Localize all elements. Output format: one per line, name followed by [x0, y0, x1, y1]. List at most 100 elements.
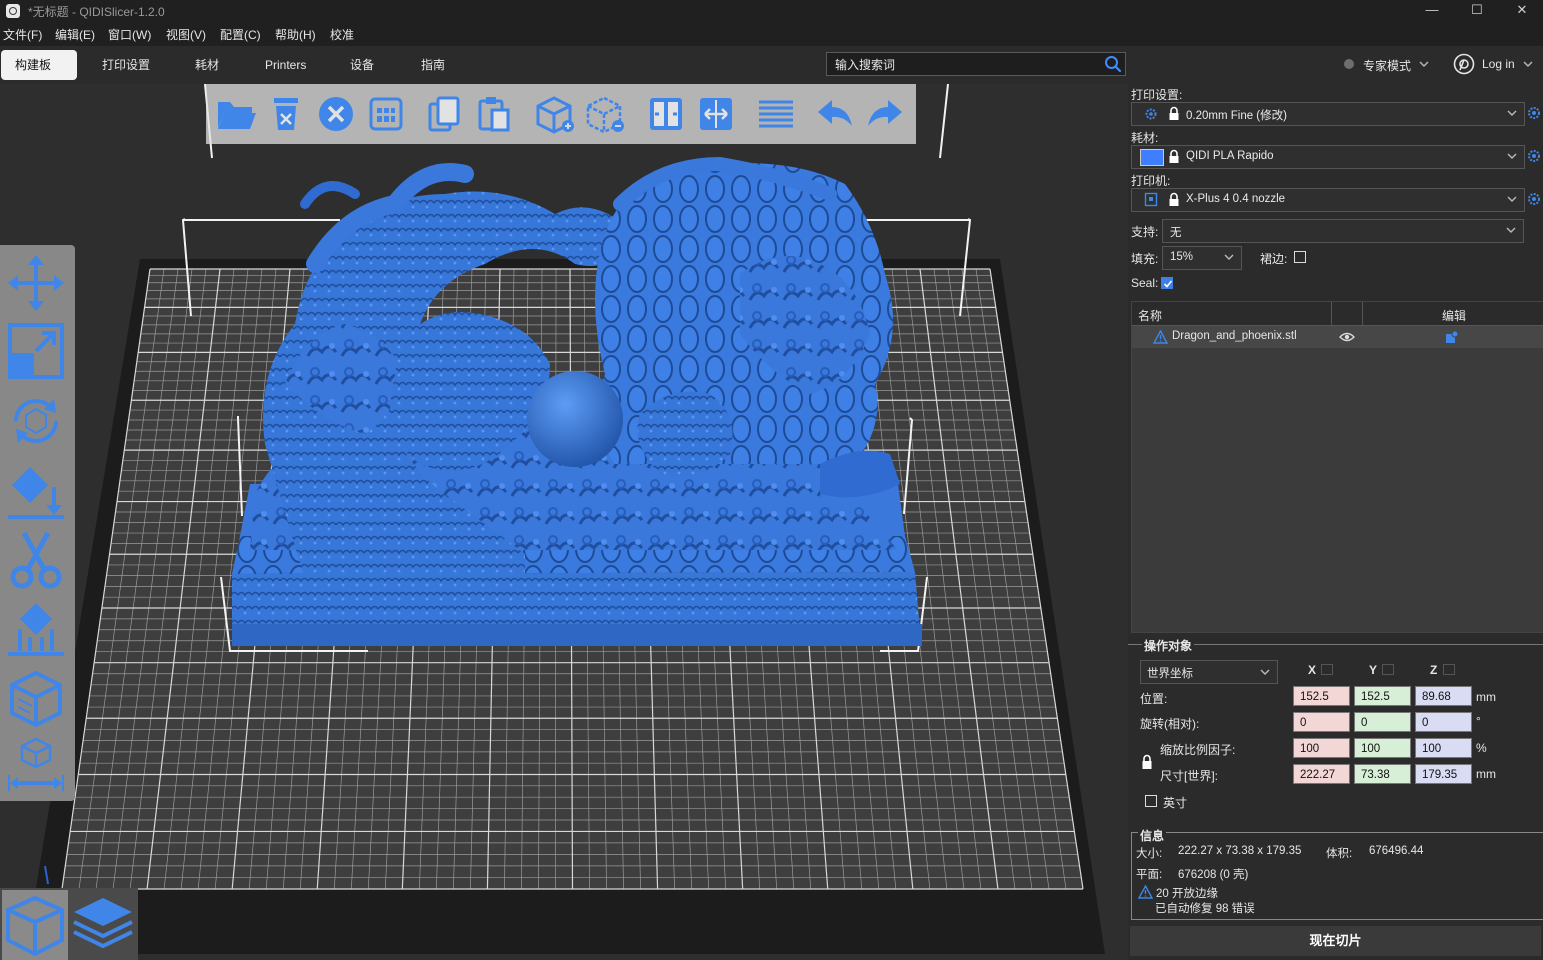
3d-view-button[interactable] — [2, 890, 68, 960]
add-instance-icon[interactable] — [534, 94, 576, 134]
tab-device[interactable]: 设备 — [336, 50, 388, 80]
filament-combo[interactable]: QIDI PLA Rapido — [1131, 145, 1525, 169]
layers-editing-icon[interactable] — [756, 94, 796, 134]
move-icon[interactable] — [6, 253, 66, 313]
left-toolbar — [0, 245, 75, 801]
account-icon[interactable] — [1453, 53, 1475, 75]
open-folder-icon[interactable] — [214, 94, 258, 134]
info-volume-value: 676496.44 — [1369, 845, 1424, 857]
axis-z-lock-icon[interactable] — [1443, 664, 1455, 675]
support-combo[interactable]: 无 — [1162, 219, 1524, 243]
seal-checkbox[interactable] — [1161, 277, 1173, 289]
delete-all-icon[interactable] — [316, 94, 356, 134]
chevron-down-icon — [1506, 227, 1516, 233]
column-edit-header[interactable]: 编辑 — [1442, 307, 1466, 324]
menu-calibration[interactable]: 校准 — [330, 26, 354, 43]
cut-icon[interactable] — [6, 529, 66, 589]
size-z-field[interactable]: 179.35 — [1415, 764, 1472, 784]
rotation-x-field[interactable]: 0 — [1293, 712, 1350, 732]
rotate-icon[interactable] — [6, 391, 66, 451]
rotation-z-field[interactable]: 0 — [1415, 712, 1472, 732]
infill-label: 填充: — [1131, 252, 1159, 266]
size-x-field[interactable]: 222.27 — [1293, 764, 1350, 784]
chevron-down-icon[interactable] — [1522, 59, 1534, 69]
scale-y-field[interactable]: 100 — [1354, 738, 1411, 758]
measure-icon[interactable] — [6, 735, 66, 795]
scale-z-field[interactable]: 100 — [1415, 738, 1472, 758]
edit-filament-icon[interactable] — [1527, 149, 1541, 163]
scale-lock-icon[interactable] — [1141, 754, 1153, 770]
coordinate-system-combo[interactable]: 世界坐标 — [1140, 660, 1278, 684]
menu-edit[interactable]: 编辑(E) — [55, 26, 95, 43]
inches-checkbox[interactable] — [1145, 795, 1157, 807]
tab-printers[interactable]: Printers — [251, 50, 320, 80]
copy-icon[interactable] — [424, 94, 464, 134]
warning-icon[interactable] — [1153, 330, 1168, 344]
menu-help[interactable]: 帮助(H) — [275, 26, 316, 43]
mode-selector[interactable]: 专家模式 — [1363, 57, 1411, 74]
split-parts-icon[interactable] — [696, 94, 736, 134]
place-on-face-icon[interactable] — [6, 461, 66, 521]
arrange-icon[interactable] — [366, 94, 406, 134]
paste-icon[interactable] — [474, 94, 514, 134]
menu-view[interactable]: 视图(V) — [166, 26, 206, 43]
delete-icon[interactable] — [266, 94, 306, 134]
object-list[interactable]: 名称 编辑 Dragon_and_phoenix.stl — [1131, 301, 1543, 633]
menu-config[interactable]: 配置(C) — [220, 26, 261, 43]
position-x-field[interactable]: 152.5 — [1293, 686, 1350, 706]
printer-combo[interactable]: X-Plus 4 0.4 nozzle — [1131, 188, 1525, 212]
menu-bar: 文件(F) 编辑(E) 窗口(W) 视图(V) 配置(C) 帮助(H) 校准 — [0, 22, 1543, 46]
eye-icon[interactable] — [1339, 331, 1355, 343]
column-name-header[interactable]: 名称 — [1138, 307, 1162, 324]
chevron-down-icon — [1260, 669, 1270, 675]
axis-y-lock-icon[interactable] — [1382, 664, 1394, 675]
preview-button[interactable] — [70, 890, 136, 960]
list-item[interactable]: Dragon_and_phoenix.stl — [1132, 326, 1543, 348]
lock-icon — [1169, 149, 1179, 163]
close-button[interactable]: ✕ — [1499, 0, 1543, 22]
maximize-button[interactable]: ☐ — [1454, 0, 1500, 22]
brim-checkbox[interactable] — [1294, 251, 1306, 263]
search-box[interactable]: 输入搜索词 — [826, 52, 1126, 76]
infill-combo[interactable]: 15% — [1162, 246, 1242, 270]
edit-object-icon[interactable] — [1445, 330, 1459, 344]
axis-z-label: Z — [1430, 663, 1438, 677]
menu-window[interactable]: 窗口(W) — [108, 26, 151, 43]
minimize-button[interactable]: — — [1409, 0, 1455, 22]
tab-plater[interactable]: 构建板 — [1, 50, 77, 80]
tab-print-settings[interactable]: 打印设置 — [88, 50, 164, 80]
rotation-y-field[interactable]: 0 — [1354, 712, 1411, 732]
chevron-down-icon[interactable] — [1418, 59, 1430, 69]
scale-icon[interactable] — [6, 321, 66, 381]
slice-now-button[interactable]: 现在切片 — [1130, 926, 1541, 956]
print-settings-combo[interactable]: 0.20mm Fine (修改) — [1131, 102, 1525, 126]
column-divider — [1331, 302, 1332, 325]
redo-icon[interactable] — [864, 94, 906, 134]
info-size-value: 222.27 x 73.38 x 179.35 — [1178, 845, 1302, 857]
filament-color-swatch[interactable] — [1140, 149, 1164, 166]
search-input[interactable]: 输入搜索词 — [835, 56, 895, 73]
support-paint-icon[interactable] — [6, 599, 66, 659]
edit-print-settings-icon[interactable] — [1527, 106, 1541, 120]
object-list-header: 名称 编辑 — [1132, 302, 1543, 326]
scale-x-field[interactable]: 100 — [1293, 738, 1350, 758]
3d-viewport[interactable] — [0, 84, 1128, 960]
login-button[interactable]: Log in — [1482, 57, 1515, 71]
size-y-field[interactable]: 73.38 — [1354, 764, 1411, 784]
edit-printer-icon[interactable] — [1527, 192, 1541, 206]
axis-x-lock-icon[interactable] — [1321, 664, 1333, 675]
search-icon[interactable] — [1103, 54, 1123, 74]
size-label: 尺寸[世界]: — [1160, 769, 1219, 783]
undo-icon[interactable] — [814, 94, 856, 134]
print-settings-label: 打印设置: — [1131, 88, 1183, 102]
model-dragon-and-phoenix[interactable] — [232, 156, 922, 646]
remove-instance-icon[interactable] — [584, 94, 626, 134]
tab-guide[interactable]: 指南 — [407, 50, 459, 80]
position-y-field[interactable]: 152.5 — [1354, 686, 1411, 706]
build-plate-scene[interactable] — [0, 84, 1128, 960]
position-z-field[interactable]: 89.68 — [1415, 686, 1472, 706]
menu-file[interactable]: 文件(F) — [3, 26, 42, 43]
seam-paint-icon[interactable] — [6, 669, 66, 729]
tab-filament[interactable]: 耗材 — [181, 50, 233, 80]
split-objects-icon[interactable] — [646, 94, 686, 134]
